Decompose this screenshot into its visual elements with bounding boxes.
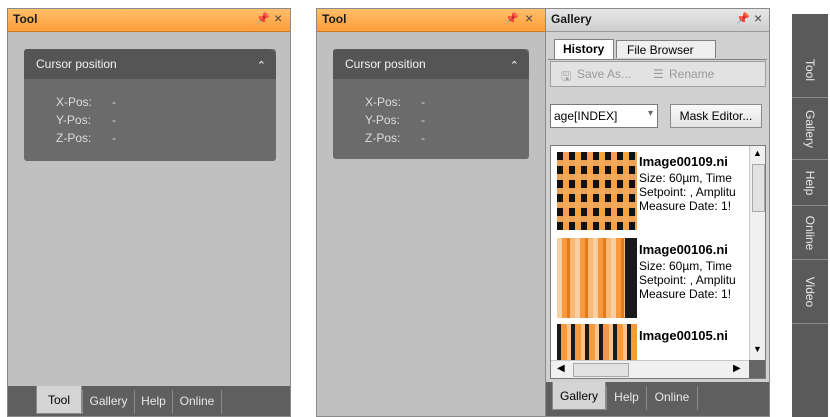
side-tab-tool[interactable]: Tool <box>792 42 828 98</box>
side-tab-label: Tool <box>803 58 817 81</box>
gallery-bottom-tab-bar: Gallery Help Online <box>546 382 769 416</box>
scroll-corner <box>749 360 765 378</box>
item-size: Size: 60µm, Time <box>639 259 732 273</box>
close-icon[interactable]: × <box>754 10 762 26</box>
tool-panel-titlebar[interactable]: Tool 📌 × <box>317 9 545 32</box>
panel-title: Tool <box>322 12 347 26</box>
tab-help[interactable]: Help <box>606 386 646 410</box>
side-tab-label: Online <box>803 215 817 250</box>
tab-gallery[interactable]: Gallery <box>82 390 134 414</box>
tool-panel-titlebar[interactable]: Tool 📌 × <box>8 9 290 32</box>
side-tab-video[interactable]: Video <box>792 260 828 324</box>
cursor-position-box: Cursor position ⌃ X-Pos: - Y-Pos: - Z-Po… <box>333 49 529 159</box>
z-pos-label: Z-Pos: <box>56 131 92 145</box>
scroll-down-icon[interactable]: ▼ <box>753 344 762 354</box>
item-name[interactable]: Image00109.ni <box>639 154 728 169</box>
tab-history[interactable]: History <box>554 39 614 59</box>
pin-icon[interactable]: 📌 <box>505 12 519 25</box>
cursor-position-title: Cursor position <box>345 57 426 71</box>
tab-file-browser[interactable]: File Browser <box>616 40 716 58</box>
scrollbar-thumb[interactable] <box>752 164 765 212</box>
tab-online[interactable]: Online <box>172 390 222 414</box>
pin-icon[interactable]: 📌 <box>736 12 750 25</box>
close-icon[interactable]: × <box>274 10 282 26</box>
panel-title: Tool <box>13 12 38 26</box>
chevron-down-icon[interactable]: ▾ <box>648 108 653 119</box>
cursor-position-header[interactable]: Cursor position ⌃ <box>333 49 529 79</box>
y-pos-label: Y-Pos: <box>365 113 400 127</box>
gallery-list[interactable]: Image00109.ni Size: 60µm, Time Setpoint:… <box>550 145 766 379</box>
z-pos-value: - <box>421 131 425 145</box>
thumbnail-image-109[interactable] <box>557 152 637 230</box>
side-tab-label: Help <box>803 170 817 195</box>
side-tab-online[interactable]: Online <box>792 206 828 260</box>
z-pos-value: - <box>112 131 116 145</box>
cursor-position-header[interactable]: Cursor position ⌃ <box>24 49 276 79</box>
collapsed-side-bar: Tool Gallery Help Online Video <box>792 14 828 417</box>
close-icon[interactable]: × <box>525 10 533 26</box>
x-pos-label: X-Pos: <box>56 95 93 109</box>
rename-button[interactable]: Rename <box>669 67 714 81</box>
channel-select-value: age[INDEX] <box>554 109 618 123</box>
save-icon[interactable]: 🖫 <box>561 67 571 88</box>
tab-gallery[interactable]: Gallery <box>552 382 606 410</box>
y-pos-value: - <box>112 113 116 127</box>
thumbnail-image-106[interactable] <box>557 238 637 318</box>
vertical-scrollbar[interactable]: ▲ ▼ <box>749 146 765 360</box>
tab-help[interactable]: Help <box>134 390 172 414</box>
item-size: Size: 60µm, Time <box>639 171 732 185</box>
item-setpoint: Setpoint: , Amplitu <box>639 185 736 199</box>
gallery-titlebar[interactable]: Gallery 📌 × <box>546 9 769 32</box>
side-tab-label: Gallery <box>803 109 817 148</box>
side-tab-gallery[interactable]: Gallery <box>792 98 828 160</box>
tool-panel-left: Tool 📌 × Cursor position ⌃ X-Pos: - Y-Po… <box>7 8 291 417</box>
tab-tool[interactable]: Tool <box>36 386 82 414</box>
item-date: Measure Date: 1! <box>639 287 732 301</box>
channel-select[interactable]: age[INDEX] ▾ <box>550 104 658 128</box>
item-name[interactable]: Image00106.ni <box>639 242 728 257</box>
tab-online[interactable]: Online <box>646 386 698 410</box>
tool-panel-middle: Tool 📌 × Cursor position ⌃ X-Pos: - Y-Po… <box>316 8 546 417</box>
panel-title: Gallery <box>551 12 592 26</box>
x-pos-label: X-Pos: <box>365 95 402 109</box>
y-pos-value: - <box>421 113 425 127</box>
item-setpoint: Setpoint: , Amplitu <box>639 273 736 287</box>
side-tab-help[interactable]: Help <box>792 160 828 206</box>
cursor-position-box: Cursor position ⌃ X-Pos: - Y-Pos: - Z-Po… <box>24 49 276 161</box>
gallery-panel: Gallery 📌 × History File Browser 🖫 Save … <box>545 8 770 417</box>
scroll-up-icon[interactable]: ▲ <box>753 148 762 158</box>
scroll-left-icon[interactable]: ◀ <box>557 363 565 374</box>
chevron-up-icon[interactable]: ⌃ <box>510 59 519 72</box>
chevron-up-icon[interactable]: ⌃ <box>257 59 266 72</box>
x-pos-value: - <box>421 95 425 109</box>
cursor-position-title: Cursor position <box>36 57 117 71</box>
x-pos-value: - <box>112 95 116 109</box>
mask-editor-button[interactable]: Mask Editor... <box>670 104 762 128</box>
gallery-toolbar: 🖫 Save As... ☰ Rename <box>550 61 766 87</box>
side-tab-label: Video <box>803 276 817 307</box>
save-as-button[interactable]: Save As... <box>577 67 631 81</box>
pin-icon[interactable]: 📌 <box>256 12 270 25</box>
scroll-right-icon[interactable]: ▶ <box>733 363 741 374</box>
y-pos-label: Y-Pos: <box>56 113 91 127</box>
scrollbar-thumb[interactable] <box>573 363 629 377</box>
bottom-tab-bar: Tool Gallery Help Online <box>8 386 290 416</box>
z-pos-label: Z-Pos: <box>365 131 401 145</box>
horizontal-scrollbar[interactable]: ◀ ▶ <box>551 360 749 378</box>
rename-icon[interactable]: ☰ <box>653 67 664 81</box>
item-name[interactable]: Image00105.ni <box>639 328 728 343</box>
item-date: Measure Date: 1! <box>639 199 732 213</box>
gallery-tab-strip: History File Browser <box>548 33 767 60</box>
thumbnail-image-105[interactable] <box>557 324 637 360</box>
